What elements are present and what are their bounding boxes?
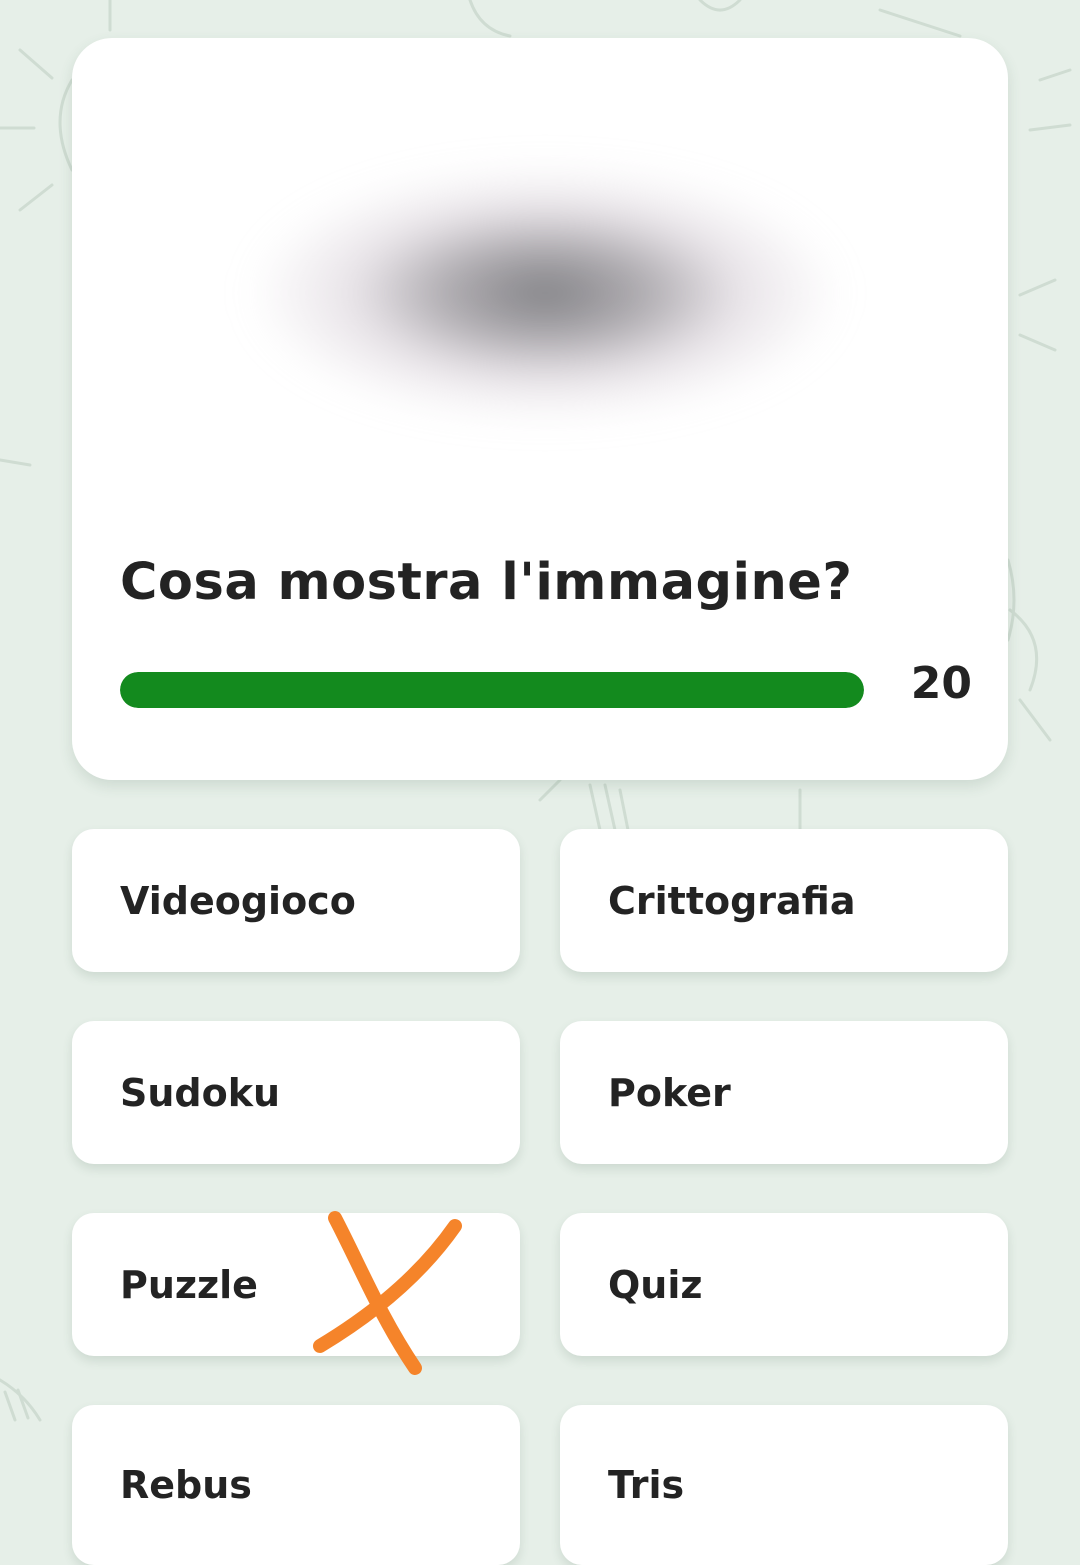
answer-button-tris[interactable]: Tris [560, 1405, 1008, 1565]
timer-progress-bar [120, 672, 864, 708]
timer-countdown: 20 [910, 658, 972, 709]
blurred-question-image [202, 93, 862, 493]
question-card: Cosa mostra l'immagine? 20 [72, 38, 1008, 780]
answer-button-videogioco[interactable]: Videogioco [72, 829, 520, 972]
answer-button-crittografia[interactable]: Crittografia [560, 829, 1008, 972]
answer-button-sudoku[interactable]: Sudoku [72, 1021, 520, 1164]
question-text: Cosa mostra l'immagine? [120, 553, 853, 612]
timer-progress-fill [120, 672, 864, 708]
answer-button-rebus[interactable]: Rebus [72, 1405, 520, 1565]
answer-button-poker[interactable]: Poker [560, 1021, 1008, 1164]
answer-button-quiz[interactable]: Quiz [560, 1213, 1008, 1356]
answer-button-puzzle[interactable]: Puzzle [72, 1213, 520, 1356]
